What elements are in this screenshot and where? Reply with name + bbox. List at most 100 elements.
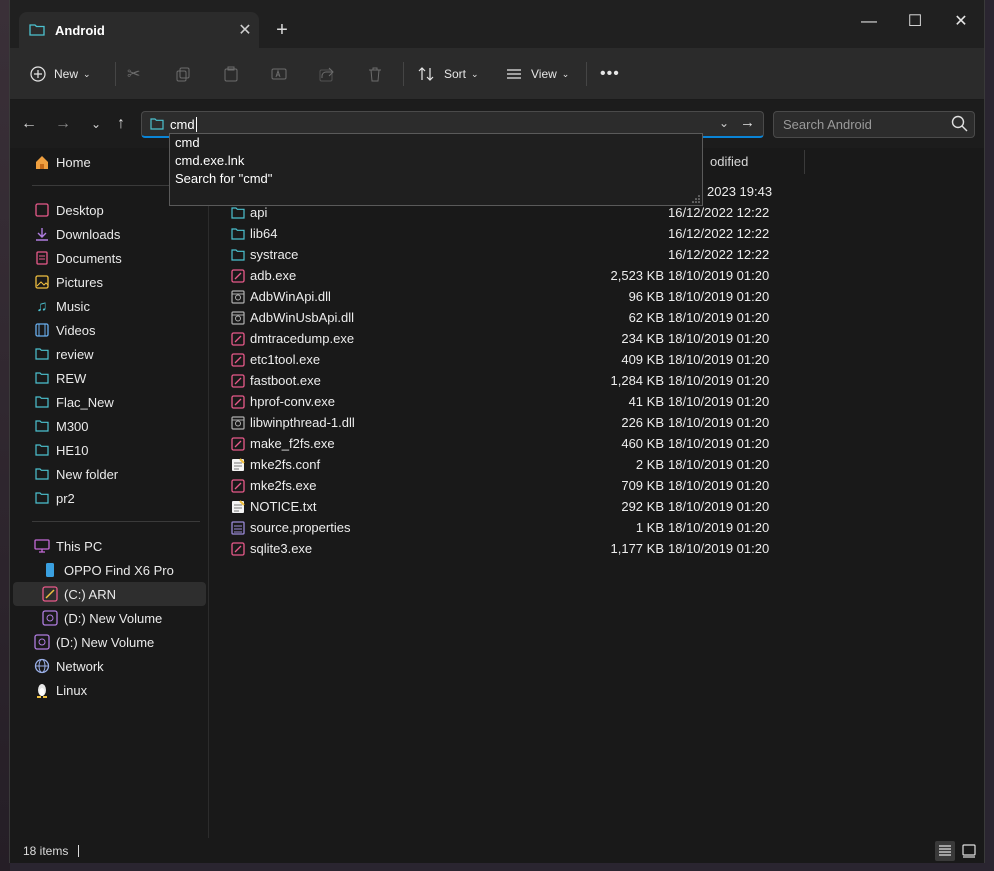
- file-row[interactable]: lib64 16/12/2022 12:22: [230, 223, 790, 244]
- executable-icon: [230, 373, 246, 389]
- recent-locations-button[interactable]: ⌄: [86, 114, 106, 134]
- column-divider[interactable]: [804, 150, 805, 174]
- file-row[interactable]: dmtracedump.exe 234 KB 18/10/2019 01:20: [230, 328, 790, 349]
- file-date: 18/10/2019 01:20: [668, 541, 770, 556]
- home-icon: [34, 154, 50, 170]
- file-row[interactable]: AdbWinApi.dll 96 KB 18/10/2019 01:20: [230, 286, 790, 307]
- autocomplete-item[interactable]: Search for "cmd": [175, 171, 272, 189]
- file-row[interactable]: etc1tool.exe 409 KB 18/10/2019 01:20: [230, 349, 790, 370]
- file-row[interactable]: hprof-conv.exe 41 KB 18/10/2019 01:20: [230, 391, 790, 412]
- file-size: 2 KB: [635, 457, 664, 472]
- file-row[interactable]: source.properties 1 KB 18/10/2019 01:20: [230, 517, 790, 538]
- new-tab-button[interactable]: +: [272, 18, 292, 42]
- toolbar-divider: [403, 62, 404, 86]
- file-size: 2,523 KB: [610, 268, 665, 283]
- toolbar-divider: [586, 62, 587, 86]
- file-row[interactable]: adb.exe 2,523 KB 18/10/2019 01:20: [230, 265, 790, 286]
- file-size: 1 KB: [635, 520, 664, 535]
- sidebar-item-c-drive[interactable]: (C:) ARN: [13, 582, 206, 606]
- delete-button[interactable]: [367, 60, 383, 88]
- copy-button[interactable]: [175, 60, 191, 88]
- autocomplete-item[interactable]: cmd.exe.lnk: [175, 153, 244, 171]
- view-button[interactable]: View ⌄: [506, 60, 569, 88]
- clipboard-icon: [224, 66, 238, 82]
- more-options-button[interactable]: •••: [600, 60, 620, 88]
- forward-button[interactable]: →: [53, 114, 73, 134]
- paste-button[interactable]: [223, 60, 239, 88]
- sidebar-item-network[interactable]: Network: [34, 654, 230, 678]
- folder-icon: [34, 418, 50, 434]
- file-row[interactable]: AdbWinUsbApi.dll 62 KB 18/10/2019 01:20: [230, 307, 790, 328]
- sidebar-item-downloads[interactable]: Downloads: [34, 222, 230, 246]
- search-box[interactable]: Search Android: [773, 111, 975, 138]
- maximize-button[interactable]: ☐: [892, 8, 938, 36]
- tiles-view-button[interactable]: [959, 841, 979, 861]
- share-button[interactable]: [319, 60, 335, 88]
- sidebar-item-new-folder[interactable]: New folder: [34, 462, 230, 486]
- back-button[interactable]: ←: [19, 114, 39, 134]
- close-tab-icon[interactable]: ✕: [231, 20, 259, 40]
- sidebar-item-flac-new[interactable]: Flac_New: [34, 390, 230, 414]
- folder-icon: [34, 466, 50, 482]
- sidebar-item-videos[interactable]: Videos: [34, 318, 230, 342]
- sidebar-item-oppo-find-x6-pro[interactable]: OPPO Find X6 Pro: [42, 558, 238, 582]
- file-row[interactable]: libwinpthread-1.dll 226 KB 18/10/2019 01:2…: [230, 412, 790, 433]
- file-row[interactable]: systrace 16/12/2022 12:22: [230, 244, 790, 265]
- sidebar-item-label: pr2: [56, 490, 75, 506]
- address-input[interactable]: cmd: [170, 117, 195, 132]
- file-row[interactable]: mke2fs.conf 2 KB 18/10/2019 01:20: [230, 454, 790, 475]
- resize-grip-icon[interactable]: [692, 195, 700, 203]
- item-count: 18 items: [23, 844, 69, 858]
- file-name: etc1tool.exe: [250, 352, 321, 367]
- sidebar-item-documents[interactable]: Documents: [34, 246, 230, 270]
- file-row[interactable]: sqlite3.exe 1,177 KB 18/10/2019 01:20: [230, 538, 790, 559]
- chevron-down-icon[interactable]: ⌄: [719, 116, 729, 130]
- tab-android[interactable]: Android ✕: [19, 12, 259, 48]
- file-size: 460 KB: [621, 436, 664, 451]
- file-size: 292 KB: [621, 499, 664, 514]
- file-row[interactable]: NOTICE.txt 292 KB 18/10/2019 01:20: [230, 496, 790, 517]
- file-row[interactable]: make_f2fs.exe 460 KB 18/10/2019 01:20: [230, 433, 790, 454]
- sort-button[interactable]: Sort ⌄: [418, 60, 479, 88]
- sidebar-item-this-pc[interactable]: This PC: [34, 534, 230, 558]
- new-button[interactable]: New ⌄: [30, 60, 91, 88]
- sidebar-item-d-drive[interactable]: (D:) New Volume: [34, 630, 230, 654]
- sidebar-item-label: New folder: [56, 466, 119, 482]
- sidebar-item-pr2[interactable]: pr2: [34, 486, 230, 510]
- sidebar-item-linux[interactable]: Linux: [34, 678, 230, 702]
- sidebar-item-pictures[interactable]: Pictures: [34, 270, 230, 294]
- up-button[interactable]: ↑: [111, 114, 131, 134]
- file-name: NOTICE.txt: [250, 499, 317, 514]
- file-row[interactable]: fastboot.exe 1,284 KB 18/10/2019 01:20: [230, 370, 790, 391]
- status-bar: 18 items: [10, 838, 984, 863]
- file-size: 409 KB: [621, 352, 664, 367]
- file-date: 18/10/2019 01:20: [668, 520, 770, 535]
- desktop-icon: [34, 202, 50, 218]
- sidebar-item-review[interactable]: review: [34, 342, 230, 366]
- folder-icon: [29, 24, 45, 36]
- music-icon: ♫: [36, 297, 48, 315]
- file-explorer-window: Android ✕ + — ☐ ✕ New ⌄ ✂ Sort ⌄ View ⌄ …: [9, 0, 985, 863]
- rename-button[interactable]: [271, 60, 287, 88]
- sidebar-item-he10[interactable]: HE10: [34, 438, 230, 462]
- details-view-button[interactable]: [935, 841, 955, 861]
- minimize-button[interactable]: —: [846, 8, 892, 36]
- autocomplete-item[interactable]: cmd: [175, 135, 200, 153]
- cut-button[interactable]: ✂: [127, 60, 140, 88]
- close-window-button[interactable]: ✕: [938, 8, 984, 36]
- file-size: 1,177 KB: [610, 541, 665, 556]
- file-size: 62 KB: [628, 310, 664, 325]
- command-bar: New ⌄ ✂ Sort ⌄ View ⌄ •••: [10, 48, 984, 100]
- executable-icon: [230, 478, 246, 494]
- sidebar-item-label: REW: [56, 370, 87, 386]
- sidebar-item-music[interactable]: ♫ Music: [34, 294, 230, 318]
- go-arrow-icon[interactable]: →: [740, 114, 755, 131]
- sidebar-item-rew[interactable]: REW: [34, 366, 230, 390]
- sidebar-item-m300[interactable]: M300: [34, 414, 230, 438]
- sidebar-item-d-drive-nested[interactable]: (D:) New Volume: [42, 606, 238, 630]
- file-size: 1,284 KB: [610, 373, 665, 388]
- column-header-date-modified[interactable]: odified: [710, 154, 748, 169]
- executable-icon: [230, 331, 246, 347]
- search-icon[interactable]: [951, 115, 969, 133]
- file-row[interactable]: mke2fs.exe 709 KB 18/10/2019 01:20: [230, 475, 790, 496]
